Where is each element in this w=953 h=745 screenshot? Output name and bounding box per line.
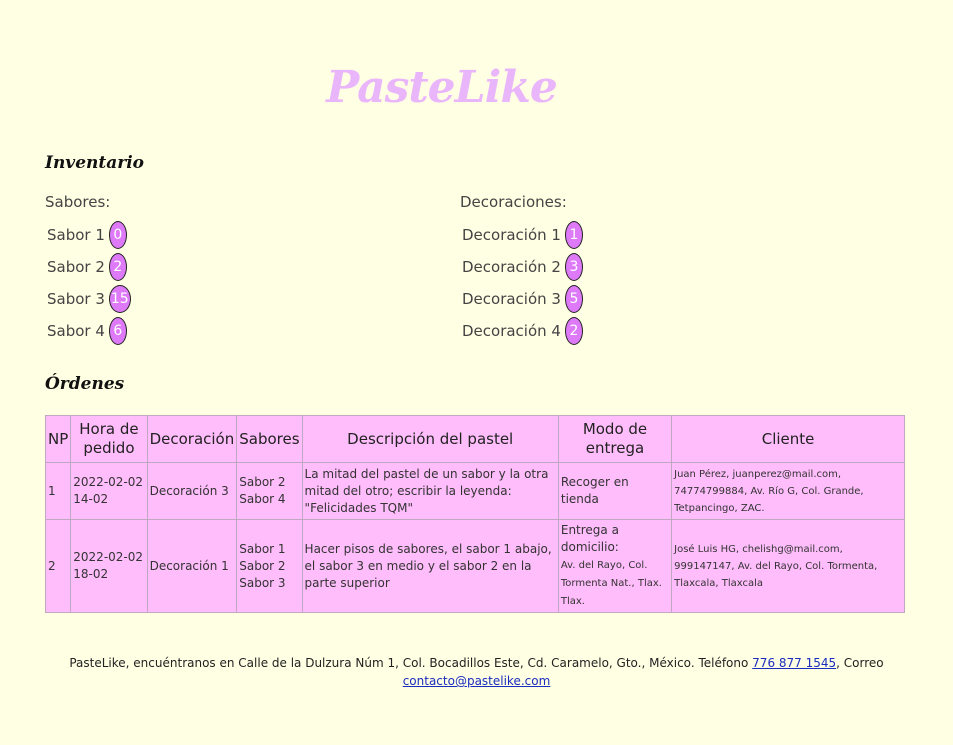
table-header-row: NP Hora de pedido Decoración Sabores Des…	[44, 415, 905, 463]
decoration-label: Decoración 2	[462, 258, 561, 276]
column-header: Hora de pedido	[70, 415, 148, 463]
order-description: Hacer pisos de sabores, el sabor 1 abajo…	[301, 519, 559, 613]
decoration-label: Decoración 3	[462, 290, 561, 308]
order-description: La mitad del pastel de un sabor y la otr…	[301, 462, 559, 520]
order-decoration: Decoración 3	[146, 462, 238, 520]
decoration-label: Decoración 1	[462, 226, 561, 244]
flavor: Sabor 3	[239, 575, 286, 590]
flavor-item: Sabor 3 15	[45, 283, 131, 315]
count-badge: 15	[108, 285, 131, 313]
decoration-label: Decoración 4	[462, 322, 561, 340]
count-badge: 5	[564, 285, 583, 313]
inventory-title: Inventario	[45, 153, 144, 173]
order-client: Juan Pérez, juanperez@mail.com, 74774799…	[671, 462, 905, 520]
decorations-list: Decoraciones: Decoración 11 Decoración 2…	[460, 193, 583, 347]
table-row: 1 2022-02-02 14-02 Decoración 3 Sabor 2 Sa…	[44, 462, 905, 520]
flavor-label: Sabor 3	[47, 290, 105, 308]
order-datetime: 2022-02-02 14-02	[70, 462, 148, 520]
count-badge: 2	[108, 253, 127, 281]
order-client: José Luis HG, chelishg@mail.com, 9991471…	[671, 519, 905, 613]
order-number: 1	[44, 462, 72, 520]
decorations-heading: Decoraciones:	[460, 193, 567, 211]
flavor-label: Sabor 4	[47, 322, 105, 340]
orders-title: Órdenes	[45, 374, 125, 394]
delivery-mode: Entrega a domicilio:	[560, 523, 619, 554]
order-delivery: Recoger en tienda	[557, 462, 673, 520]
column-header: Decoración	[146, 415, 238, 463]
order-decoration: Decoración 1	[146, 519, 238, 613]
order-date: 2022-02-02	[73, 550, 144, 564]
flavors-heading: Sabores:	[45, 193, 111, 211]
flavor: Sabor 2	[239, 475, 286, 489]
count-badge: 6	[108, 317, 127, 345]
brand-logo: PasteLike	[326, 62, 558, 113]
order-number: 2	[44, 519, 72, 613]
count-badge: 1	[564, 221, 583, 249]
decoration-item: Decoración 42	[460, 315, 583, 347]
decoration-item: Decoración 23	[460, 251, 583, 283]
flavor: Sabor 1	[239, 541, 286, 556]
flavor-label: Sabor 2	[47, 258, 105, 276]
column-header: Cliente	[671, 415, 905, 463]
flavors-list: Sabores: Sabor 10 Sabor 22 Sabor 3 15 Sab…	[45, 193, 131, 347]
count-badge: 0	[108, 221, 127, 249]
flavor-item: Sabor 46	[45, 315, 131, 347]
decoration-item: Decoración 35	[460, 283, 583, 315]
column-header: Modo de entrega	[557, 415, 673, 463]
flavor-label: Sabor 1	[47, 226, 105, 244]
order-datetime: 2022-02-02 18-02	[70, 519, 148, 613]
footer-address: PasteLike, encuéntranos en Calle de la D…	[69, 656, 753, 670]
order-flavors: Sabor 1 Sabor 2 Sabor 3	[236, 519, 303, 613]
order-date: 2022-02-02	[73, 475, 144, 489]
table-row: 2 2022-02-02 18-02 Decoración 1 Sabor 1 Sa…	[44, 519, 905, 613]
order-time: 14-02	[73, 492, 109, 506]
order-time: 18-02	[73, 567, 109, 581]
order-delivery: Entrega a domicilio: Av. del Rayo, Col. T…	[557, 519, 673, 613]
column-header: NP	[44, 415, 72, 463]
footer: PasteLike, encuéntranos en Calle de la D…	[0, 654, 953, 690]
count-badge: 2	[564, 317, 583, 345]
flavor-item: Sabor 22	[45, 251, 131, 283]
delivery-address: Av. del Rayo, Col. Tormenta Nat., Tlax. …	[560, 560, 662, 607]
email-link[interactable]: contacto@pastelike.com	[403, 674, 551, 688]
column-header: Descripción del pastel	[301, 415, 559, 463]
decoration-item: Decoración 11	[460, 219, 583, 251]
flavor-item: Sabor 10	[45, 219, 131, 251]
column-header: Sabores	[236, 415, 303, 463]
footer-email-label: , Correo	[836, 656, 884, 670]
orders-table: NP Hora de pedido Decoración Sabores Des…	[44, 415, 905, 613]
count-badge: 3	[564, 253, 583, 281]
phone-link[interactable]: 776 877 1545	[752, 656, 836, 670]
flavor: Sabor 2	[239, 558, 286, 573]
flavor: Sabor 4	[239, 492, 286, 506]
order-flavors: Sabor 2 Sabor 4	[236, 462, 303, 520]
